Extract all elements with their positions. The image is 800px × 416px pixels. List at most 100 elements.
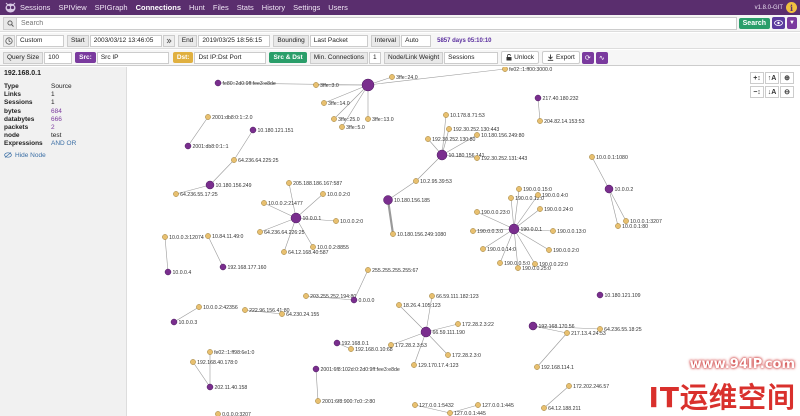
graph-node-circle[interactable] [383,195,393,205]
graph-dest-node[interactable]: 2001:6f8:900:7c0::2:80 [315,398,375,405]
graph-node-circle[interactable] [502,67,508,72]
graph-source-node[interactable]: 0.0.0.0 [350,296,374,304]
graph-node-circle[interactable] [413,178,419,184]
graph-source-node[interactable]: 10.180.121.151 [249,126,294,134]
graph-dest-node[interactable]: 64.236.64.226:25 [257,229,305,236]
graph-dest-node[interactable]: 255.255.255.255:67 [365,267,418,274]
graph-node-circle[interactable] [412,402,418,408]
graph-node-circle[interactable] [497,260,503,266]
graph-link[interactable] [386,199,395,235]
chevron-down-icon[interactable]: ▼ [787,17,797,29]
graph-dest-node[interactable]: 64.236.55.17:25 [173,191,218,198]
graph-node-circle[interactable] [566,383,572,389]
graph-dest-node[interactable]: 190.0.0.24:0 [537,206,573,213]
refresh-icon[interactable]: ⟳ [581,51,594,64]
nav-settings[interactable]: Settings [293,3,320,12]
text-larger-icon[interactable]: ↑A [765,72,779,84]
graph-node-circle[interactable] [219,263,227,271]
node-field-value[interactable]: 2 [51,124,55,132]
owl-logo-icon[interactable] [0,0,20,15]
src-field-select[interactable]: Src IP [96,51,169,64]
graph-link[interactable] [209,159,235,186]
graph-dest-node[interactable]: 192.30.252.130:443 [446,126,499,133]
graph-node-circle[interactable] [173,191,179,197]
graph-link[interactable] [543,385,570,409]
graph-dest-node[interactable]: 10.84.11.49:0 [205,233,244,240]
start-stepper-icon[interactable] [162,34,175,47]
graph-dest-node[interactable]: 127.0.0.1:5432 [412,402,454,409]
graph-dest-node[interactable]: 10.178.8.71:53 [443,112,485,119]
nav-sessions[interactable]: Sessions [20,3,50,12]
export-button[interactable]: Export [542,51,580,64]
graph-dest-node[interactable]: 3ffe::5.0 [339,124,365,131]
graph-node-circle[interactable] [470,228,476,234]
graph-node-circle[interactable] [436,149,448,161]
graph-node-circle[interactable] [261,200,267,206]
graph-dest-node[interactable]: 10.0.0.1:1080 [589,154,628,161]
graph-link[interactable] [415,154,443,182]
graph-dest-node[interactable]: 10.0.0.1:80 [615,223,648,230]
graph-dest-node[interactable]: 129.170.17.4:123 [411,362,459,369]
graph-dest-node[interactable]: 190.0.0.15:0 [516,186,552,193]
graph-source-node[interactable]: 192.168.170.56 [528,321,575,331]
graph-dest-node[interactable]: 172.28.2.3:53 [388,342,427,349]
graph-node-circle[interactable] [365,116,371,122]
graph-dest-node[interactable]: 3ffe::14.0 [321,100,350,107]
graph-dest-node[interactable]: 203.255.252.194:80 [303,293,356,300]
graph-node-circle[interactable] [447,410,453,416]
bounding-select[interactable]: Last Packet [309,34,368,47]
graph-node-circle[interactable] [249,126,257,134]
graph-link[interactable] [591,156,610,190]
graph-link[interactable] [425,295,433,333]
graph-node-circle[interactable] [425,136,431,142]
graph-dest-node[interactable]: 64.230.24.155 [279,311,319,318]
graph-dest-node[interactable]: 127.0.0.1:445 [447,410,486,416]
graph-node-circle[interactable] [279,311,285,317]
link-icon[interactable]: ∿ [595,51,608,64]
graph-node-circle[interactable] [508,195,514,201]
interval-select[interactable]: Auto [401,34,432,47]
graph-node-circle[interactable] [508,223,520,235]
graph-dest-node[interactable]: 10.180.156.249:1080 [390,231,446,238]
graph-node-circle[interactable] [546,247,552,253]
graph-source-node[interactable]: 192.168.177.160 [219,263,267,271]
graph-node-circle[interactable] [164,268,172,276]
node-field-value[interactable]: AND OR [51,140,76,148]
zoom-in-icon[interactable]: ⊕ [780,72,794,84]
search-input[interactable] [17,19,736,27]
node-field-value[interactable]: 684 [51,108,62,116]
graph-link[interactable] [441,114,447,156]
graph-node-circle[interactable] [535,192,541,198]
graph-node-circle[interactable] [365,267,371,273]
graph-node-circle[interactable] [231,157,237,163]
graph-dest-node[interactable]: 10.180.156.249:80 [474,132,524,139]
zoom-out-icon[interactable]: ⊖ [780,86,794,98]
graph-dest-node[interactable]: 10.0.0.2:8855 [310,244,349,251]
graph-source-node[interactable]: 217.40.180.232 [534,94,579,102]
graph-link[interactable] [367,68,506,86]
graph-node-circle[interactable] [446,126,452,132]
graph-node-circle[interactable] [242,307,248,313]
info-icon[interactable]: i [786,2,797,13]
graph-node-circle[interactable] [214,79,222,87]
graph-dest-node[interactable]: 172.28.2.3:0 [445,352,481,359]
graph-source-node[interactable]: 10.180.156.249 [205,180,252,190]
graph-dest-node[interactable]: 190.0.0.13:0 [550,228,586,235]
graph-dest-node[interactable]: 127.0.0.1:445 [475,402,514,409]
nav-files[interactable]: Files [213,3,229,12]
graph-source-node[interactable]: 2001:db8:0:1::1 [184,142,229,150]
graph-dest-node[interactable]: 190.0.0.3:0 [470,228,503,235]
graph-dest-node[interactable]: 204.82.14.153:53 [537,118,585,125]
graph-node-circle[interactable] [474,155,480,161]
graph-node-circle[interactable] [313,82,319,88]
dst-field-select[interactable]: Dst IP:Dst Port [194,51,267,64]
graph-node-circle[interactable] [361,78,375,92]
graph-source-node[interactable]: 10.180.156.185 [383,195,431,205]
graph-link[interactable] [608,188,619,227]
query-size-select[interactable]: 100 [44,51,73,64]
min-connections-select[interactable]: 1 [368,51,381,64]
graph-link[interactable] [164,236,169,273]
end-date-input[interactable]: 2019/03/25 18:56:15 [198,34,271,47]
graph-dest-node[interactable]: 192.30.252.130:80 [425,136,475,143]
graph-dest-node[interactable]: 0.0.0.0:3207 [215,411,251,416]
